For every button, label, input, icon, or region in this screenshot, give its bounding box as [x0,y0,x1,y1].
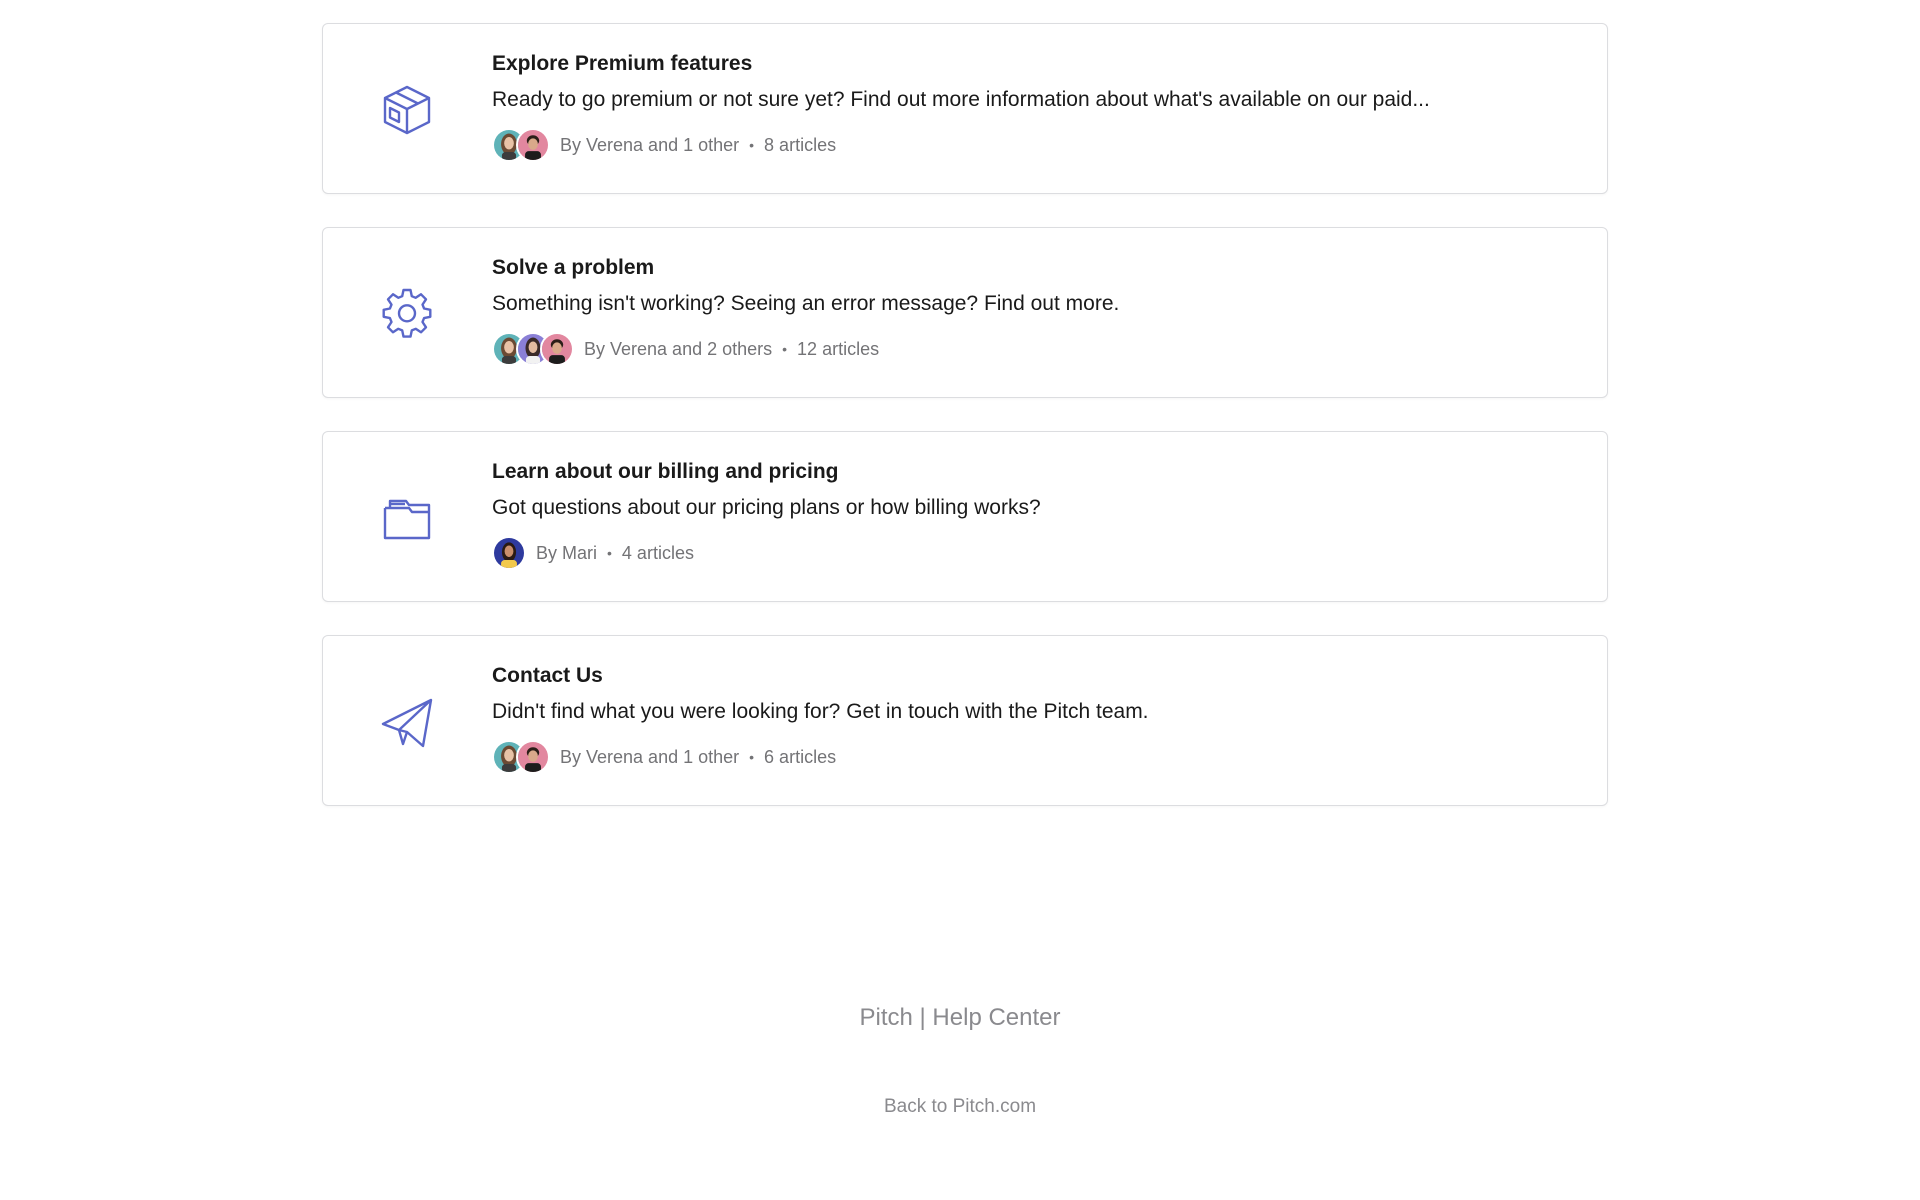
avatar [540,332,574,366]
collection-card-premium[interactable]: Explore Premium features Ready to go pre… [322,23,1608,194]
collection-authors: By Verena and 1 other [560,746,740,767]
collection-authors: By Mari [536,542,598,563]
footer-back-link-container: Back to Pitch.com [0,1096,1920,1118]
collection-meta: By Verena and 1 other • 6 articles [492,740,1567,774]
avatar [516,128,550,162]
collection-description: Didn't find what you were looking for? G… [492,700,1149,723]
collection-description: Got questions about our pricing plans or… [492,496,1041,519]
meta-separator: • [782,341,788,357]
collection-article-count: 6 articles [764,746,837,767]
meta-separator: • [749,749,755,765]
collection-title[interactable]: Contact Us [492,662,1567,690]
collection-article-count: 8 articles [764,134,837,155]
collection-card-solve-problem[interactable]: Solve a problem Something isn't working?… [322,227,1608,398]
folder-icon [379,490,435,546]
meta-separator: • [607,545,612,561]
avatar [516,740,550,774]
box-icon [379,82,435,138]
author-avatars [492,332,574,366]
collection-card-contact[interactable]: Contact Us Didn't find what you were loo… [322,635,1608,806]
collection-title[interactable]: Solve a problem [492,254,1567,282]
collection-card-billing[interactable]: Learn about our billing and pricing Got … [322,431,1608,602]
collection-meta: By Verena and 1 other • 8 articles [492,128,1567,162]
avatar [492,536,526,570]
meta-separator: • [749,137,755,153]
collection-title[interactable]: Explore Premium features [492,50,1567,78]
collection-description: Something isn't working? Seeing an error… [492,292,1120,315]
collection-authors: By Verena and 1 other [560,134,740,155]
footer-site-title: Pitch | Help Center [859,1004,1061,1031]
back-to-pitch-link[interactable]: Back to Pitch.com [884,1096,1036,1117]
author-avatars [492,740,550,774]
collection-authors: By Verena and 2 others [584,338,773,359]
collection-description: Ready to go premium or not sure yet? Fin… [492,88,1430,111]
paper-plane-icon [379,694,435,750]
collection-meta: By Verena and 2 others • 12 articles [492,332,1567,366]
collection-meta: By Mari • 4 articles [492,536,1567,570]
collections-list: Explore Premium features Ready to go pre… [322,23,1608,839]
collection-title[interactable]: Learn about our billing and pricing [492,458,1567,486]
collection-article-count: 4 articles [621,542,694,563]
collection-article-count: 12 articles [797,338,880,359]
author-avatars [492,128,550,162]
author-avatars [492,536,526,570]
gear-icon [379,286,435,342]
